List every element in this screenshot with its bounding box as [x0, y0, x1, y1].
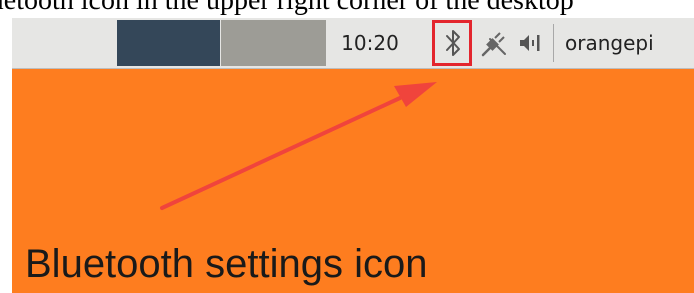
document-caption-text: luetooth icon in the upper right corner … — [0, 0, 574, 16]
annotation-label: Bluetooth settings icon — [25, 242, 428, 286]
panel-separator — [553, 24, 554, 62]
volume-speaker-glyph — [520, 35, 540, 51]
network-plug-glyph — [481, 32, 506, 57]
taskbar-window-button-1[interactable] — [117, 20, 220, 66]
network-disconnected-icon[interactable] — [478, 18, 512, 68]
panel-clock[interactable]: 10:20 — [335, 18, 405, 68]
volume-icon[interactable] — [515, 18, 545, 68]
user-menu[interactable]: orangepi — [565, 18, 654, 68]
top-panel: 10:20 orangepi — [12, 18, 694, 69]
taskbar-window-button-2[interactable] — [221, 20, 326, 66]
bluetooth-highlight-box — [432, 20, 472, 66]
